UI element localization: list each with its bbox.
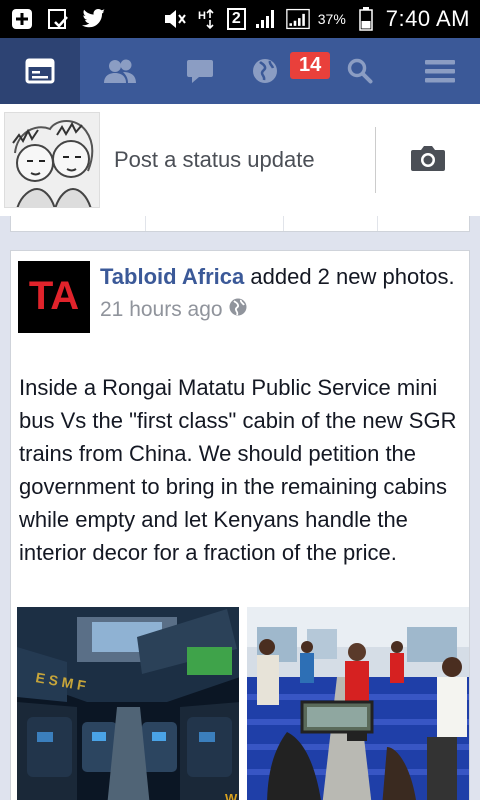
signal-icon: [254, 8, 278, 30]
tab-more[interactable]: [400, 38, 480, 104]
status-update-prompt[interactable]: Post a status update: [114, 147, 375, 173]
post-timestamp[interactable]: 21 hours ago: [100, 294, 455, 325]
menu-icon: [424, 58, 456, 84]
signal-icon-2: [285, 8, 310, 30]
tab-friend-requests[interactable]: [80, 38, 160, 104]
camera-icon: [410, 144, 446, 177]
svg-text:W: W: [225, 791, 238, 800]
previous-post-action-more[interactable]: [378, 216, 469, 231]
page-logo[interactable]: TA: [18, 261, 90, 333]
battery-icon: [354, 7, 378, 31]
sim-slot-number: 2: [226, 8, 246, 30]
page-name-link[interactable]: Tabloid Africa: [100, 264, 244, 289]
previous-post-action-like[interactable]: [11, 216, 146, 231]
mute-icon: [163, 8, 187, 30]
public-globe-icon: [229, 294, 247, 325]
status-bar: H 2 37% 7:40 AM: [0, 0, 480, 38]
battery-percent: 37%: [317, 11, 346, 27]
post-photos: E S M F W: [17, 607, 469, 800]
news-feed-icon: [25, 58, 55, 84]
previous-post-actions: [10, 216, 470, 232]
page-logo-text: TA: [29, 274, 79, 318]
feed-post: TA Tabloid Africa added 2 new photos. 21…: [10, 250, 470, 800]
avatar[interactable]: [4, 112, 100, 208]
svg-text:H: H: [198, 10, 206, 22]
friends-icon: [103, 58, 137, 84]
post-body: Inside a Rongai Matatu Public Service mi…: [19, 375, 457, 565]
search-icon: [347, 58, 373, 84]
post-header: TA Tabloid Africa added 2 new photos. 21…: [18, 261, 459, 333]
tab-notifications[interactable]: 14: [240, 38, 331, 104]
tab-messages[interactable]: [160, 38, 240, 104]
add-notification-icon: [10, 8, 34, 30]
post-photo-sgr-cabin[interactable]: [247, 607, 469, 800]
previous-post-action-comment[interactable]: [146, 216, 284, 231]
post-action: added 2 new photos.: [250, 264, 455, 289]
twitter-icon: [82, 8, 106, 30]
globe-icon: [252, 58, 278, 84]
tab-search[interactable]: [320, 38, 400, 104]
top-navigation: 14: [0, 38, 480, 104]
messages-icon: [186, 58, 214, 84]
post-header-text: Tabloid Africa added 2 new photos. 21 ho…: [100, 261, 455, 333]
data-transfer-icon: H: [195, 8, 219, 30]
previous-post-action-share[interactable]: [284, 216, 378, 231]
checklist-icon: [46, 8, 70, 30]
camera-button[interactable]: [376, 144, 480, 177]
status-composer: Post a status update: [0, 104, 480, 216]
tab-news-feed[interactable]: [0, 38, 80, 104]
post-photo-matatu-interior[interactable]: E S M F W: [17, 607, 239, 800]
timestamp-text: 21 hours ago: [100, 298, 223, 321]
clock: 7:40 AM: [385, 6, 470, 31]
